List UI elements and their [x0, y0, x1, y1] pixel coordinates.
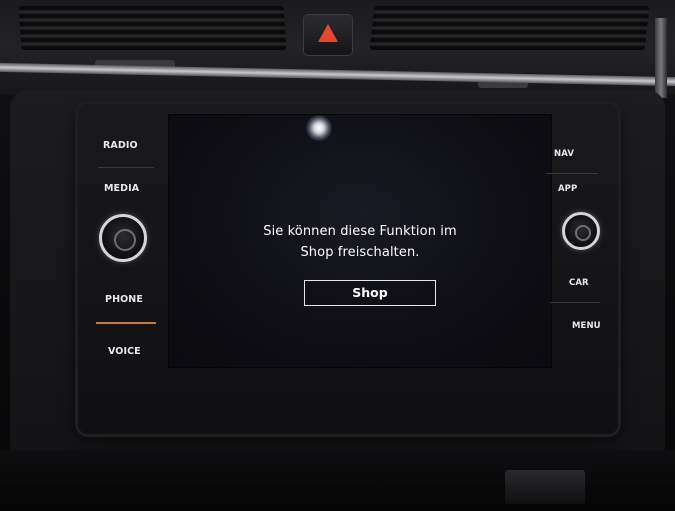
hazard-warning-icon: [318, 24, 338, 42]
phone-button[interactable]: PHONE: [105, 294, 143, 305]
hazard-button[interactable]: [303, 14, 353, 56]
nav-button[interactable]: NAV: [554, 149, 574, 159]
menu-button[interactable]: MENU: [572, 321, 601, 331]
console-trim: [505, 470, 585, 504]
tuning-knob-icon: [575, 225, 591, 241]
divider: [550, 302, 600, 303]
car-dashboard: RADIO MEDIA PHONE VOICE Sie können diese…: [0, 0, 675, 511]
tuning-knob[interactable]: [562, 212, 600, 250]
radio-button[interactable]: RADIO: [103, 140, 138, 151]
app-button[interactable]: APP: [558, 184, 577, 194]
air-vent-left: [18, 6, 287, 50]
voice-button[interactable]: VOICE: [108, 346, 141, 357]
volume-knob-icon: [114, 229, 136, 251]
divider: [546, 173, 598, 174]
divider: [98, 167, 154, 168]
chrome-trim-right: [655, 18, 667, 98]
message-line-1: Sie können diese Funktion im: [263, 224, 457, 239]
air-vent-right: [369, 6, 650, 50]
light-reflection: [306, 115, 332, 141]
message-line-2: Shop freischalten.: [300, 245, 420, 260]
media-button[interactable]: MEDIA: [104, 183, 139, 194]
feature-locked-message: Sie können diese Funktion im Shop freisc…: [229, 221, 491, 263]
phone-accent-line: [96, 322, 156, 324]
shop-button[interactable]: Shop: [304, 280, 436, 306]
volume-knob[interactable]: [99, 214, 147, 262]
car-button[interactable]: CAR: [569, 278, 589, 288]
display-screen: Sie können diese Funktion im Shop freisc…: [168, 114, 552, 368]
